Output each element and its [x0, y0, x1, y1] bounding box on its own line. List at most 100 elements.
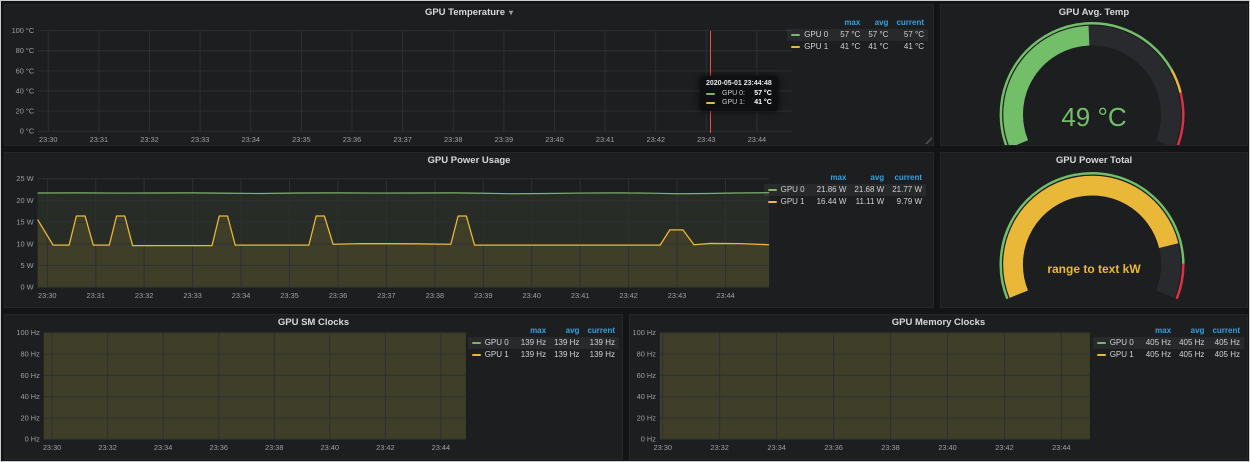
x-axis-label: 23:40 — [545, 135, 563, 144]
legend-value: 139 Hz — [583, 337, 619, 349]
y-axis-label: 40 Hz — [21, 392, 41, 401]
x-axis-label: 23:38 — [265, 443, 283, 452]
x-axis-label: 23:42 — [619, 291, 638, 300]
gpu-power-total-gauge — [941, 153, 1247, 307]
legend-value: 405 Hz — [1142, 337, 1175, 349]
x-axis-label: 23:31 — [90, 135, 108, 144]
panel-title-gpu-power-usage[interactable]: GPU Power Usage — [5, 155, 933, 166]
gauge-value-text: 49 °C — [941, 102, 1247, 133]
panel-title-text: GPU Power Usage — [428, 155, 511, 166]
x-axis-label: 23:36 — [209, 443, 227, 452]
y-axis-label: 100 Hz — [16, 328, 40, 337]
legend-header-avg[interactable]: avg — [850, 172, 888, 184]
legend-value: 21.86 W — [813, 184, 851, 196]
panel-gpu-power-usage: GPU Power Usage 0 W5 W10 W15 W20 W25 W23… — [4, 152, 934, 308]
legend-value: 16.44 W — [813, 196, 851, 208]
legend-value: 139 Hz — [550, 337, 583, 349]
legend-value: 41 °C — [892, 41, 928, 53]
x-axis-label: 23:32 — [140, 135, 158, 144]
legend-header-max[interactable]: max — [813, 172, 851, 184]
y-axis-label: 60 °C — [16, 66, 35, 75]
panel-title-gpu-power-total[interactable]: GPU Power Total — [941, 155, 1247, 166]
x-axis-label: 23:36 — [329, 291, 348, 300]
series-dash-icon — [768, 201, 777, 203]
tooltip-series-value: 41 °C — [748, 98, 772, 107]
x-axis-label: 23:32 — [135, 291, 154, 300]
y-axis-label: 60 Hz — [637, 371, 657, 380]
panel-gpu-power-total: GPU Power Total range to text kW — [940, 152, 1248, 308]
legend-header-max[interactable]: max — [517, 325, 550, 337]
x-axis-label: 23:40 — [321, 443, 339, 452]
legend-header-avg[interactable]: avg — [550, 325, 583, 337]
tooltip-series-value: 57 °C — [748, 89, 772, 98]
legend-series-gpu-0[interactable]: GPU 0 — [787, 29, 836, 41]
legend-series-gpu-1[interactable]: GPU 1 — [764, 196, 813, 208]
series-dash-icon — [706, 93, 715, 95]
y-axis-label: 25 W — [16, 174, 33, 183]
gpu-temperature-legend: maxavgcurrentGPU 057 °C57 °C57 °CGPU 141… — [787, 17, 928, 53]
y-axis-label: 100 °C — [12, 26, 35, 35]
tooltip-row: GPU 1: 41 °C — [706, 98, 772, 107]
legend-series-gpu-0[interactable]: GPU 0 — [468, 337, 517, 349]
panel-resize-handle[interactable] — [924, 136, 932, 144]
legend-header-current[interactable]: current — [1208, 325, 1244, 337]
chevron-down-icon[interactable] — [509, 8, 513, 17]
panel-title-text: GPU Memory Clocks — [892, 317, 985, 328]
gpu-sm-clocks-legend: maxavgcurrentGPU 0139 Hz139 Hz139 HzGPU … — [468, 325, 619, 361]
legend-value: 405 Hz — [1175, 337, 1208, 349]
y-axis-label: 20 W — [16, 196, 33, 205]
legend-header-avg[interactable]: avg — [864, 17, 892, 29]
legend-value: 139 Hz — [517, 337, 550, 349]
legend-value: 21.77 W — [888, 184, 926, 196]
panel-title-text: GPU Avg. Temp — [1059, 7, 1129, 18]
legend-series-gpu-1[interactable]: GPU 1 — [1093, 349, 1142, 361]
legend-header-current[interactable]: current — [583, 325, 619, 337]
x-axis-label: 23:34 — [232, 291, 251, 300]
y-axis-label: 20 °C — [16, 107, 35, 116]
legend-value: 57 °C — [864, 29, 892, 41]
legend-value: 405 Hz — [1175, 349, 1208, 361]
panel-gpu-memory-clocks: GPU Memory Clocks 0 Hz20 Hz40 Hz60 Hz80 … — [629, 314, 1248, 460]
y-axis-label: 40 Hz — [637, 392, 657, 401]
legend-series-gpu-1[interactable]: GPU 1 — [787, 41, 836, 53]
legend-value: 139 Hz — [550, 349, 583, 361]
x-axis-label: 23:31 — [86, 291, 105, 300]
panel-title-gpu-avg-temp[interactable]: GPU Avg. Temp — [941, 7, 1247, 18]
x-axis-label: 23:35 — [280, 291, 299, 300]
x-axis-label: 23:37 — [377, 291, 396, 300]
gpu_power_total-arc — [941, 153, 1247, 307]
series-dash-icon — [791, 34, 800, 36]
x-axis-label: 23:33 — [191, 135, 209, 144]
x-axis-label: 23:36 — [343, 135, 361, 144]
grafana-dashboard: GPU Temperature 0 °C20 °C40 °C60 °C80 °C… — [0, 0, 1250, 462]
x-axis-label: 23:37 — [393, 135, 411, 144]
legend-value: 405 Hz — [1208, 349, 1244, 361]
legend-header-max[interactable]: max — [1142, 325, 1175, 337]
y-axis-label: 100 Hz — [633, 328, 657, 337]
panel-title-text: GPU Power Total — [1056, 155, 1132, 166]
x-axis-label: 23:34 — [767, 443, 785, 452]
legend-series-gpu-0[interactable]: GPU 0 — [764, 184, 813, 196]
x-axis-label: 23:39 — [474, 291, 493, 300]
y-axis-label: 0 Hz — [25, 435, 40, 444]
legend-header-current[interactable]: current — [892, 17, 928, 29]
x-axis-label: 23:30 — [43, 443, 61, 452]
legend-series-gpu-1[interactable]: GPU 1 — [468, 349, 517, 361]
legend-header-avg[interactable]: avg — [1175, 325, 1208, 337]
x-axis-label: 23:38 — [444, 135, 462, 144]
x-axis-label: 23:43 — [697, 135, 715, 144]
panel-gpu-avg-temp: GPU Avg. Temp 49 °C — [940, 4, 1248, 146]
x-axis-label: 23:43 — [668, 291, 687, 300]
x-axis-label: 23:40 — [522, 291, 541, 300]
tooltip-timestamp: 2020-05-01 23:44:48 — [706, 80, 772, 87]
x-axis-label: 23:32 — [98, 443, 116, 452]
legend-series-gpu-0[interactable]: GPU 0 — [1093, 337, 1142, 349]
legend-header-current[interactable]: current — [888, 172, 926, 184]
legend-header-max[interactable]: max — [836, 17, 864, 29]
legend-value: 405 Hz — [1208, 337, 1244, 349]
y-axis-label: 40 °C — [16, 86, 35, 95]
y-axis-label: 0 °C — [20, 127, 35, 136]
series-dash-icon — [1097, 342, 1106, 344]
x-axis-label: 23:42 — [646, 135, 664, 144]
series-dash-icon — [1097, 354, 1106, 356]
